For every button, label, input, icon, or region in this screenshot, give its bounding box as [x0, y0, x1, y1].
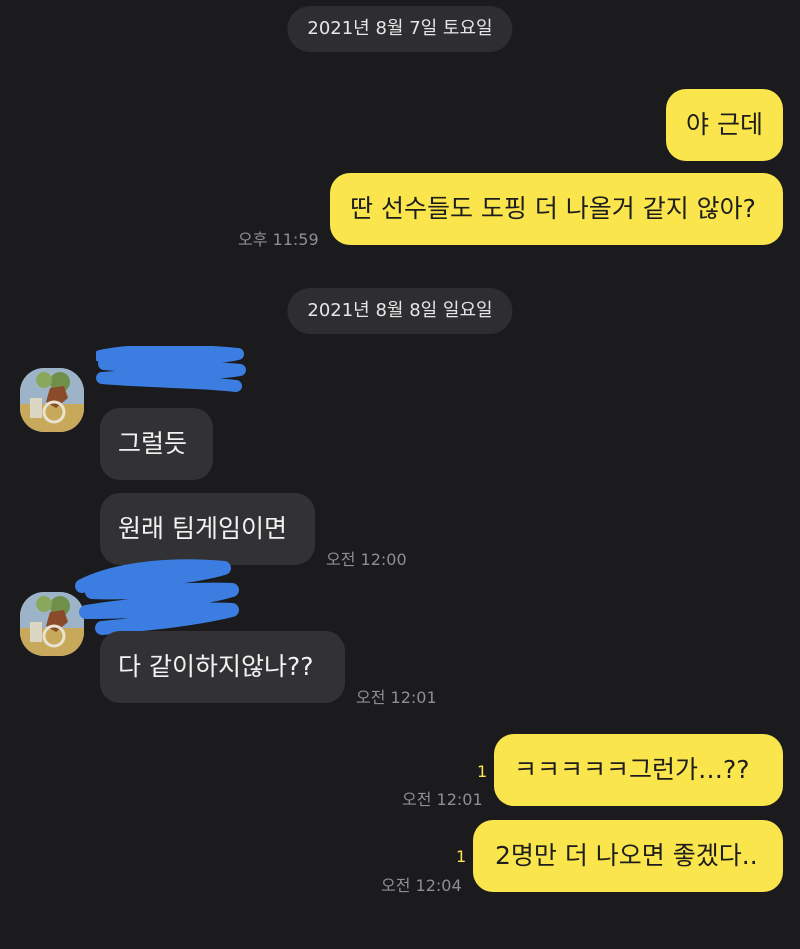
message-text: 2명만 더 나오면 좋겠다..: [495, 841, 758, 870]
message-bubble-theirs[interactable]: 다 같이하지않나??: [100, 631, 345, 703]
message-bubble-mine[interactable]: 딴 선수들도 도핑 더 나올거 같지 않아?: [330, 173, 783, 245]
message-text: 그럴듯: [118, 429, 188, 458]
message-text: 원래 팀게임이면: [118, 514, 287, 543]
message-timestamp: 오전 12:04: [381, 876, 462, 895]
message-timestamp: 오전 12:01: [356, 688, 437, 707]
message-timestamp: 오후 11:59: [238, 230, 319, 249]
message-bubble-mine[interactable]: 야 근데: [666, 89, 783, 161]
date-separator: 2021년 8월 7일 토요일: [287, 6, 513, 52]
redacted-name: [75, 559, 239, 635]
date-separator: 2021년 8월 8일 일요일: [287, 288, 513, 334]
message-bubble-theirs[interactable]: 원래 팀게임이면: [100, 493, 315, 565]
message-bubble-mine[interactable]: ㅋㅋㅋㅋㅋ그런가…??: [494, 734, 783, 806]
redacted-name: [96, 346, 246, 392]
unread-count: 1: [456, 847, 467, 866]
message-text: ㅋㅋㅋㅋㅋ그런가…??: [514, 755, 750, 784]
message-text: 야 근데: [686, 110, 763, 139]
date-separator-label: 2021년 8월 8일 일요일: [307, 300, 493, 321]
friend-avatar[interactable]: [20, 368, 84, 432]
message-text: 딴 선수들도 도핑 더 나올거 같지 않아?: [350, 194, 756, 223]
message-bubble-mine[interactable]: 2명만 더 나오면 좋겠다..: [473, 820, 783, 892]
unread-count: 1: [477, 762, 488, 781]
message-timestamp: 오전 12:00: [326, 550, 407, 569]
message-bubble-theirs[interactable]: 그럴듯: [100, 408, 213, 480]
profile-picture-illustration-icon: [20, 368, 84, 432]
message-text: 다 같이하지않나??: [118, 652, 314, 681]
date-separator-label: 2021년 8월 7일 토요일: [307, 18, 493, 39]
message-timestamp: 오전 12:01: [402, 790, 483, 809]
